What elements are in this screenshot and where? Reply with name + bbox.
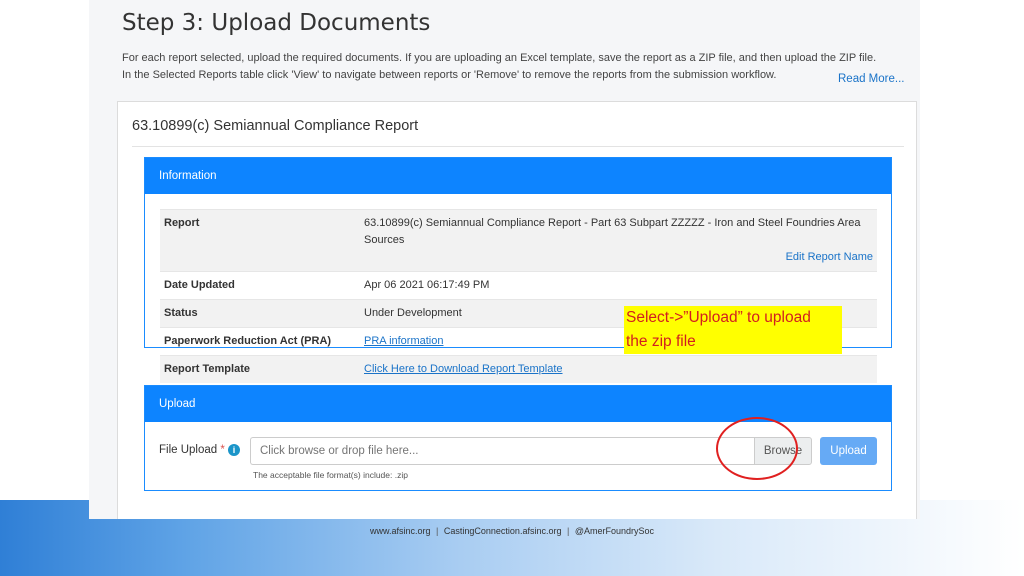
report-name: 63.10899(c) Semiannual Compliance Report… [364,217,861,246]
table-row: Report 63.10899(c) Semiannual Compliance… [160,209,877,272]
description-line: In the Selected Reports table click 'Vie… [122,69,777,81]
report-card: 63.10899(c) Semiannual Compliance Report… [117,101,917,519]
footer-separator: | [566,526,570,536]
file-drop-input[interactable] [250,437,754,465]
information-table: Report 63.10899(c) Semiannual Compliance… [160,209,877,383]
row-key: Status [160,299,360,328]
edit-report-name-link[interactable]: Edit Report Name [364,249,873,266]
highlight-circle [716,417,798,480]
row-key: Report Template [160,355,360,383]
accepted-formats-note: The acceptable file format(s) include: .… [253,470,408,480]
row-key: Paperwork Reduction Act (PRA) [160,327,360,356]
information-header: Information [145,158,891,194]
required-marker: * [220,444,225,456]
row-value: 63.10899(c) Semiannual Compliance Report… [360,209,877,272]
footer-social: @AmerFoundrySoc [574,526,655,536]
row-key: Date Updated [160,271,360,300]
description-line: For each report selected, upload the req… [122,52,877,64]
row-value: Apr 06 2021 06:17:49 PM [360,271,877,300]
footer: www.afsinc.org | CastingConnection.afsin… [0,526,1024,536]
row-value: Click Here to Download Report Template [360,355,877,383]
upload-button[interactable]: Upload [820,437,877,465]
card-title: 63.10899(c) Semiannual Compliance Report [132,118,419,134]
download-template-link[interactable]: Click Here to Download Report Template [364,363,563,375]
divider [132,146,904,147]
callout-line: Select->”Upload” to upload [626,309,811,326]
row-key: Report [160,209,360,272]
file-upload-label-text: File Upload [159,444,218,456]
info-icon[interactable]: i [228,444,240,456]
file-upload-label: File Upload * [159,444,225,456]
pra-information-link[interactable]: PRA information [364,335,443,347]
callout-line: the zip file [626,333,696,350]
footer-separator: | [436,526,439,536]
table-row: Report Template Click Here to Download R… [160,355,877,383]
callout-annotation: Select->”Upload” to upload the zip file [624,306,842,354]
footer-site: www.afsinc.org [369,526,431,536]
slide: www.afsinc.org | CastingConnection.afsin… [0,0,1024,576]
step-description: For each report selected, upload the req… [122,50,912,84]
table-row: Date Updated Apr 06 2021 06:17:49 PM [160,271,877,300]
upload-header: Upload [145,386,891,422]
page-title: Step 3: Upload Documents [122,10,431,36]
footer-casting: CastingConnection.afsinc.org [443,526,562,536]
read-more-link[interactable]: Read More... [838,73,904,85]
